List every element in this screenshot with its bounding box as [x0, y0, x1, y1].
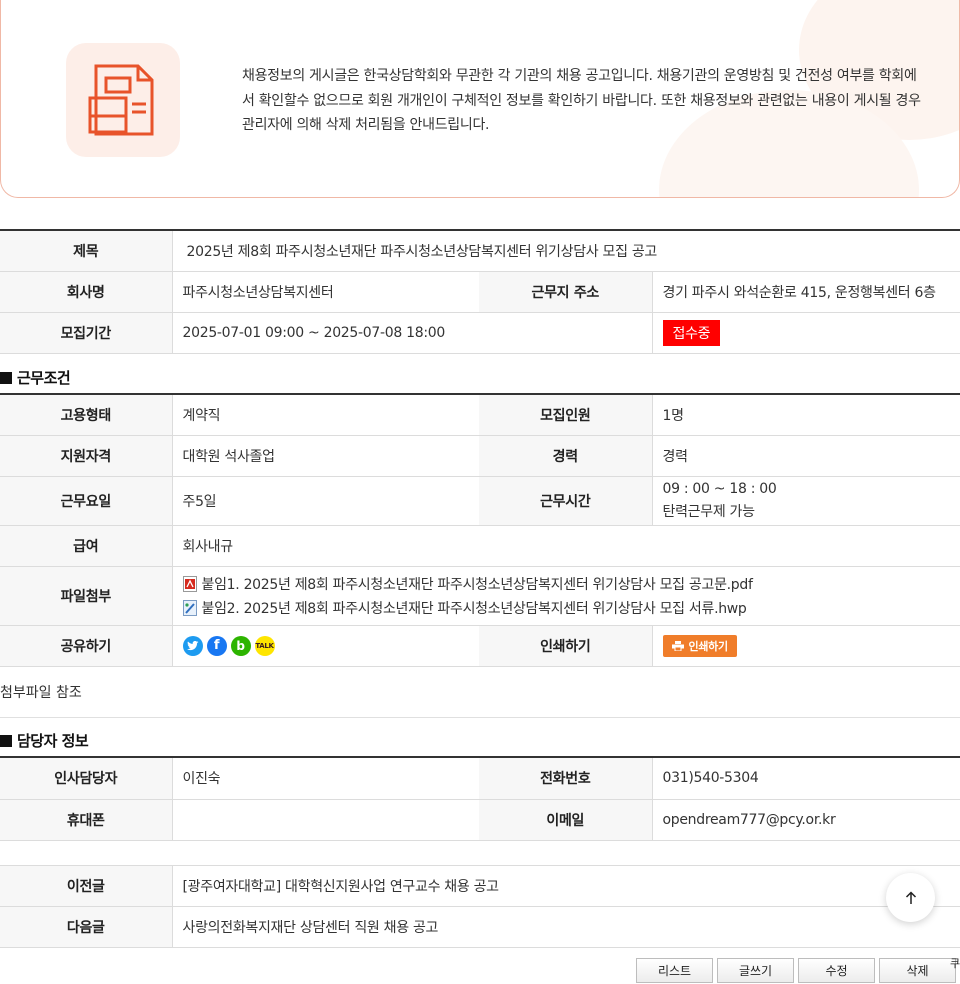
print-label: 인쇄하기: [479, 625, 652, 667]
career-value: 경력: [651, 435, 960, 477]
files-label: 파일첨부: [0, 566, 172, 626]
salary-value: 회사내규: [171, 525, 960, 567]
company-value: 파주시청소년상담복지센터: [171, 271, 479, 313]
manager-value: 이진숙: [171, 757, 479, 800]
period-value: 2025-07-01 09:00 ~ 2025-07-08 18:00: [171, 312, 652, 354]
qualification-label: 지원자격: [0, 435, 172, 477]
period-row: 모집기간 2025-07-01 09:00 ~ 2025-07-08 18:00…: [0, 312, 960, 354]
status-badge: 접수중: [662, 319, 721, 346]
headcount-label: 모집인원: [479, 394, 652, 436]
divider: [0, 717, 960, 718]
kakaotalk-icon[interactable]: TALK: [254, 635, 275, 656]
phone-value: 031)540-5304: [651, 757, 960, 800]
notice-banner: 채용정보의 게시글은 한국상담학회와 무관한 각 기관의 채용 공고입니다. 채…: [0, 0, 960, 198]
facebook-icon[interactable]: f: [206, 635, 227, 656]
arrow-up-icon: [905, 890, 916, 904]
prev-next-table: 이전글 [광주여자대학교] 대학혁신지원사업 연구교수 채용 공고 다음글 사랑…: [0, 865, 960, 948]
mobile-label: 휴대폰: [0, 799, 172, 841]
square-bullet-icon: [0, 372, 12, 384]
attachment-hwp-name: 붙임2. 2025년 제8회 파주시청소년재단 파주시청소년상담복지센터 위기상…: [201, 600, 747, 617]
phone-label: 전화번호: [479, 757, 652, 800]
print-cell: 인쇄하기: [651, 625, 960, 667]
workdays-label: 근무요일: [0, 476, 172, 526]
qualification-value: 대학원 석사졸업: [171, 435, 479, 477]
email-label: 이메일: [479, 799, 652, 841]
company-label: 회사명: [0, 271, 172, 313]
contact-section-title: 담당자 정보: [0, 730, 89, 751]
status-cell: 접수중: [651, 312, 960, 354]
document-icon: [88, 64, 154, 136]
attachment-link-pdf[interactable]: 붙임1. 2025년 제8회 파주시청소년재단 파주시청소년상담복지센터 위기상…: [182, 572, 950, 596]
worktime-flex: 탄력근무제 가능: [662, 503, 756, 520]
share-row: 공유하기 f b TALK 인쇄하기 인쇄하기: [0, 625, 960, 667]
email-value: opendream777@pcy.or.kr: [651, 799, 960, 841]
workdays-value: 주5일: [171, 476, 479, 526]
square-bullet-icon: [0, 735, 12, 747]
edge-text: 쿠: [950, 957, 960, 970]
worktime-value: 09 : 00 ~ 18 : 00 탄력근무제 가능: [651, 476, 960, 526]
attachment-link-hwp[interactable]: 붙임2. 2025년 제8회 파주시청소년재단 파주시청소년상담복지센터 위기상…: [182, 596, 950, 620]
mobile-value: [171, 799, 479, 841]
company-row: 회사명 파주시청소년상담복지센터 근무지 주소 경기 파주시 와석순환로 415…: [0, 271, 960, 313]
print-button[interactable]: 인쇄하기: [662, 634, 737, 657]
edit-button[interactable]: 수정: [798, 958, 875, 983]
condition-row: 급여 회사내규: [0, 525, 960, 567]
twitter-icon[interactable]: [182, 635, 203, 656]
conditions-title-text: 근무조건: [17, 369, 71, 387]
prev-row: 이전글 [광주여자대학교] 대학혁신지원사업 연구교수 채용 공고: [0, 865, 960, 907]
printer-icon: [671, 640, 684, 651]
prev-post-link[interactable]: [광주여자대학교] 대학혁신지원사업 연구교수 채용 공고: [171, 865, 960, 907]
worktime-hours: 09 : 00 ~ 18 : 00: [662, 480, 777, 497]
pdf-file-icon: [182, 575, 197, 592]
contact-row: 인사담당자 이진숙 전화번호 031)540-5304: [0, 757, 960, 800]
next-post-link[interactable]: 사랑의전화복지재단 상담센터 직원 채용 공고: [171, 906, 960, 948]
address-label: 근무지 주소: [479, 271, 652, 313]
post-body-note: 첨부파일 참조: [0, 685, 82, 701]
contact-row: 휴대폰 이메일 opendream777@pcy.or.kr: [0, 799, 960, 841]
period-label: 모집기간: [0, 312, 172, 354]
condition-row: 지원자격 대학원 석사졸업 경력 경력: [0, 435, 960, 477]
title-row: 제목 2025년 제8회 파주시청소년재단 파주시청소년상담복지센터 위기상담사…: [0, 230, 960, 272]
next-row: 다음글 사랑의전화복지재단 상담센터 직원 채용 공고: [0, 906, 960, 948]
headcount-value: 1명: [651, 394, 960, 436]
contact-table: 인사담당자 이진숙 전화번호 031)540-5304 휴대폰 이메일 open…: [0, 756, 960, 841]
delete-button[interactable]: 삭제: [879, 958, 956, 983]
share-cell: f b TALK: [171, 625, 479, 667]
prev-label: 이전글: [0, 865, 172, 907]
notice-icon-box: [66, 43, 180, 157]
share-buttons: f b TALK: [182, 635, 470, 656]
salary-label: 급여: [0, 525, 172, 567]
title-label: 제목: [0, 230, 172, 272]
employment-type-label: 고용형태: [0, 394, 172, 436]
address-value: 경기 파주시 와석순환로 415, 운정행복센터 6층: [651, 271, 960, 313]
contact-title-text: 담당자 정보: [17, 732, 89, 750]
notice-text: 채용정보의 게시글은 한국상담학회와 무관한 각 기관의 채용 공고입니다. 채…: [242, 68, 921, 133]
condition-row: 근무요일 주5일 근무시간 09 : 00 ~ 18 : 00 탄력근무제 가능: [0, 476, 960, 526]
conditions-section-title: 근무조건: [0, 367, 71, 388]
write-button[interactable]: 글쓰기: [717, 958, 794, 983]
list-button[interactable]: 리스트: [636, 958, 713, 983]
conditions-table: 고용형태 계약직 모집인원 1명 지원자격 대학원 석사졸업 경력 경력 근무요…: [0, 393, 960, 667]
files-cell: 붙임1. 2025년 제8회 파주시청소년재단 파주시청소년상담복지센터 위기상…: [171, 566, 960, 626]
next-label: 다음글: [0, 906, 172, 948]
hwp-file-icon: [182, 599, 197, 616]
condition-row: 고용형태 계약직 모집인원 1명: [0, 394, 960, 436]
career-label: 경력: [479, 435, 652, 477]
files-row: 파일첨부 붙임1. 2025년 제8회 파주시청소년재단 파주시청소년상담복지센…: [0, 566, 960, 626]
post-info-table: 제목 2025년 제8회 파주시청소년재단 파주시청소년상담복지센터 위기상담사…: [0, 229, 960, 354]
manager-label: 인사담당자: [0, 757, 172, 800]
print-button-label: 인쇄하기: [688, 639, 729, 653]
band-icon[interactable]: b: [230, 635, 251, 656]
share-label: 공유하기: [0, 625, 172, 667]
attachment-pdf-name: 붙임1. 2025년 제8회 파주시청소년재단 파주시청소년상담복지센터 위기상…: [201, 576, 753, 593]
scroll-top-button[interactable]: [886, 873, 935, 922]
worktime-label: 근무시간: [479, 476, 652, 526]
post-title: 2025년 제8회 파주시청소년재단 파주시청소년상담복지센터 위기상담사 모집…: [171, 230, 960, 272]
employment-type-value: 계약직: [171, 394, 479, 436]
action-buttons: 리스트 글쓰기 수정 삭제: [636, 958, 956, 983]
